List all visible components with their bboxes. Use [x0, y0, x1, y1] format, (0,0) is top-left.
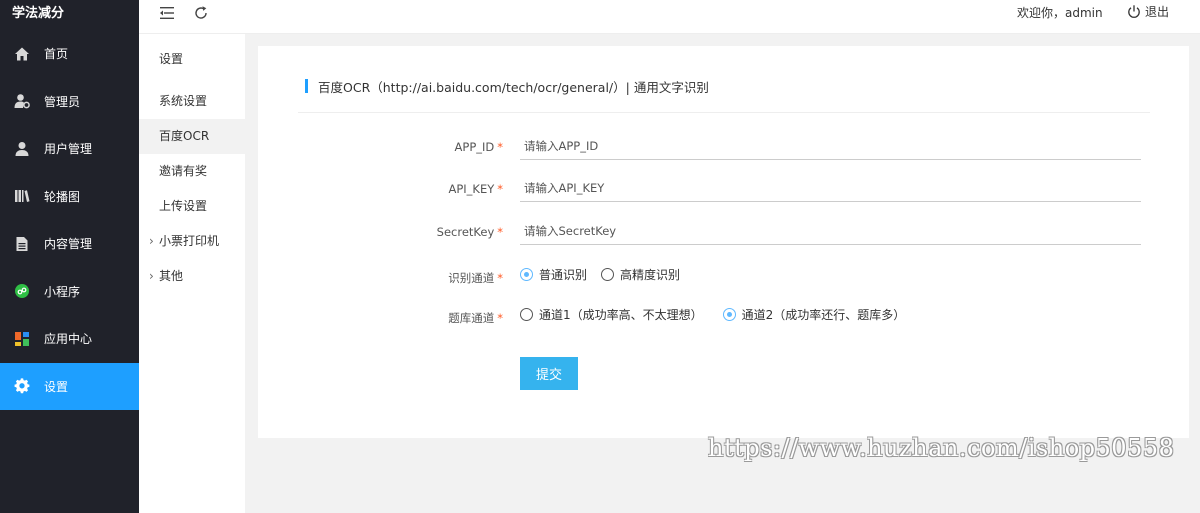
- card-title: 百度OCR（http://ai.baidu.com/tech/ocr/gener…: [318, 79, 709, 95]
- logout-label: 退出: [1145, 5, 1170, 19]
- menu-collapse-icon[interactable]: [158, 4, 176, 22]
- form-row-secret-key: SecretKey *: [258, 217, 1189, 249]
- api-key-input[interactable]: [520, 174, 1141, 202]
- form-row-app-id: APP_ID *: [258, 132, 1189, 164]
- radio-checked-icon: [520, 268, 533, 281]
- field-label: API_KEY *: [448, 182, 503, 196]
- home-icon: [14, 46, 30, 62]
- sidebar-item-apps[interactable]: 应用中心: [0, 315, 139, 363]
- sidebar-item-label: 应用中心: [44, 332, 93, 347]
- sidebar-item-users[interactable]: 用户管理: [0, 125, 139, 173]
- field-label: 题库通道 *: [448, 311, 503, 325]
- sidebar-item-label: 设置: [44, 379, 69, 394]
- submenu-item-upload-settings[interactable]: 上传设置: [139, 189, 245, 224]
- radio-checked-icon: [722, 308, 736, 321]
- form-row-recognition-channel: 识别通道 * 普通识别 高精度识别: [258, 262, 1189, 294]
- gear-icon: [14, 378, 30, 394]
- card-header: 百度OCR（http://ai.baidu.com/tech/ocr/gener…: [298, 72, 1150, 113]
- submenu-title: 设置: [159, 52, 184, 66]
- sidebar-item-mini-program[interactable]: 小程序: [0, 268, 139, 316]
- sidebar-item-label: 轮播图: [44, 189, 81, 204]
- sidebar-item-settings[interactable]: 设置: [0, 362, 139, 410]
- ocr-settings-card: 百度OCR（http://ai.baidu.com/tech/ocr/gener…: [258, 46, 1189, 438]
- sidebar-item-home[interactable]: 首页: [0, 30, 139, 78]
- question-bank-radio-group: 通道1（成功率高、不太理想） 通道2（成功率还行、题库多）: [520, 306, 919, 323]
- field-label: APP_ID *: [454, 140, 503, 154]
- submenu-item-receipt-printer[interactable]: › 小票打印机: [139, 224, 245, 259]
- submenu-item-label: 邀请有奖: [159, 164, 208, 178]
- radio-high-precision-recognition[interactable]: 高精度识别: [601, 266, 680, 283]
- submenu-item-system-settings[interactable]: 系统设置: [139, 84, 245, 119]
- submenu-item-label: 其他: [159, 269, 184, 283]
- chevron-right-icon: ›: [149, 269, 154, 283]
- form-row-question-bank-channel: 题库通道 * 通道1（成功率高、不太理想） 通道2（成功率还行、题库多）: [258, 302, 1189, 334]
- sidebar-item-admin[interactable]: 管理员: [0, 78, 139, 126]
- logout-button[interactable]: 退出: [1127, 3, 1169, 20]
- submenu-item-baidu-ocr[interactable]: 百度OCR: [139, 119, 245, 154]
- sidebar-item-label: 首页: [44, 47, 69, 62]
- radio-unchecked-icon: [520, 308, 533, 321]
- sidebar: 学法减分 首页 管理员 用户管理 轮播图 内容管理 小程序 应用中心 设置: [0, 0, 139, 513]
- submenu-item-invite-reward[interactable]: 邀请有奖: [139, 154, 245, 189]
- refresh-icon[interactable]: [192, 4, 210, 22]
- chevron-right-icon: ›: [149, 234, 154, 248]
- title-accent-bar: [305, 79, 308, 93]
- settings-submenu: 设置 系统设置 百度OCR 邀请有奖 上传设置 › 小票打印机 › 其他: [139, 34, 245, 513]
- radio-channel-1[interactable]: 通道1（成功率高、不太理想）: [520, 306, 703, 323]
- top-header: 欢迎你，admin 退出: [139, 0, 1200, 34]
- submenu-item-label: 上传设置: [159, 199, 208, 213]
- submenu-item-label: 小票打印机: [159, 234, 220, 248]
- document-icon: [14, 236, 30, 252]
- field-label: SecretKey *: [436, 225, 503, 239]
- app-id-input[interactable]: [520, 132, 1141, 160]
- apps-icon: [14, 331, 30, 347]
- sidebar-item-label: 用户管理: [44, 142, 93, 157]
- power-icon: [1128, 4, 1140, 18]
- admin-user-icon: [14, 93, 30, 109]
- sidebar-nav: 首页 管理员 用户管理 轮播图 内容管理 小程序 应用中心 设置: [0, 30, 139, 410]
- form-row-api-key: API_KEY *: [258, 174, 1189, 206]
- watermark-text: https://www.huzhan.com/ishop50558: [708, 434, 1175, 462]
- submit-button[interactable]: 提交: [520, 357, 578, 390]
- user-icon: [14, 141, 30, 157]
- welcome-text: 欢迎你，admin: [1017, 6, 1103, 20]
- mini-program-icon: [14, 283, 30, 299]
- submenu-item-other[interactable]: › 其他: [139, 259, 245, 294]
- sidebar-item-label: 管理员: [44, 94, 81, 109]
- sidebar-item-content[interactable]: 内容管理: [0, 220, 139, 268]
- field-label: 识别通道 *: [448, 271, 503, 285]
- radio-channel-2[interactable]: 通道2（成功率还行、题库多）: [722, 306, 905, 323]
- sidebar-item-label: 小程序: [44, 284, 81, 299]
- radio-normal-recognition[interactable]: 普通识别: [520, 266, 587, 283]
- recognition-radio-group: 普通识别 高精度识别: [520, 266, 694, 283]
- sidebar-item-label: 内容管理: [44, 237, 93, 252]
- carousel-icon: [14, 188, 30, 204]
- submenu-item-label: 系统设置: [159, 94, 208, 108]
- sidebar-item-carousel[interactable]: 轮播图: [0, 173, 139, 221]
- submenu-item-label: 百度OCR: [159, 129, 210, 143]
- brand-title: 学法减分: [12, 6, 65, 21]
- secret-key-input[interactable]: [520, 217, 1141, 245]
- radio-unchecked-icon: [601, 268, 615, 281]
